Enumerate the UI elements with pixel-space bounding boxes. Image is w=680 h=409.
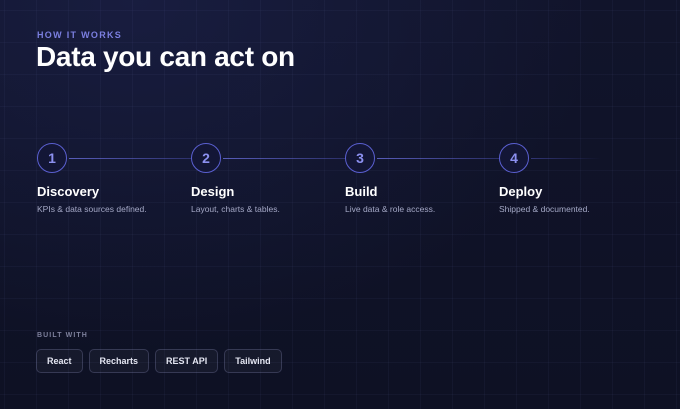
step-title: Discovery — [37, 184, 100, 199]
built-with-label: BUILT WITH — [37, 332, 88, 339]
how-it-works-section: HOW IT WORKS Data you can act on 1 Disco… — [0, 0, 680, 409]
step-title: Design — [191, 184, 235, 199]
step-description: KPIs & data sources defined. — [37, 204, 147, 214]
tech-stack-chips: React Recharts REST API Tailwind — [36, 349, 282, 373]
step-description: Live data & role access. — [345, 204, 436, 214]
step-title: Build — [345, 184, 378, 199]
step-discovery: 1 Discovery KPIs & data sources defined. — [37, 143, 187, 214]
step-number-badge: 1 — [37, 143, 67, 173]
step-description: Shipped & documented. — [499, 204, 590, 214]
page-title: Data you can act on — [36, 41, 295, 72]
tech-chip-rest-api: REST API — [155, 349, 219, 373]
tech-chip-tailwind: Tailwind — [224, 349, 282, 373]
step-build: 3 Build Live data & role access. — [345, 143, 495, 214]
step-title: Deploy — [499, 184, 543, 199]
step-description: Layout, charts & tables. — [191, 204, 280, 214]
step-number-badge: 4 — [499, 143, 529, 173]
step-number-badge: 3 — [345, 143, 375, 173]
tech-chip-recharts: Recharts — [88, 349, 150, 373]
step-number-badge: 2 — [191, 143, 221, 173]
step-deploy: 4 Deploy Shipped & documented. — [499, 143, 649, 214]
tech-chip-react: React — [36, 349, 83, 373]
step-design: 2 Design Layout, charts & tables. — [191, 143, 341, 214]
section-eyebrow: HOW IT WORKS — [37, 30, 123, 40]
